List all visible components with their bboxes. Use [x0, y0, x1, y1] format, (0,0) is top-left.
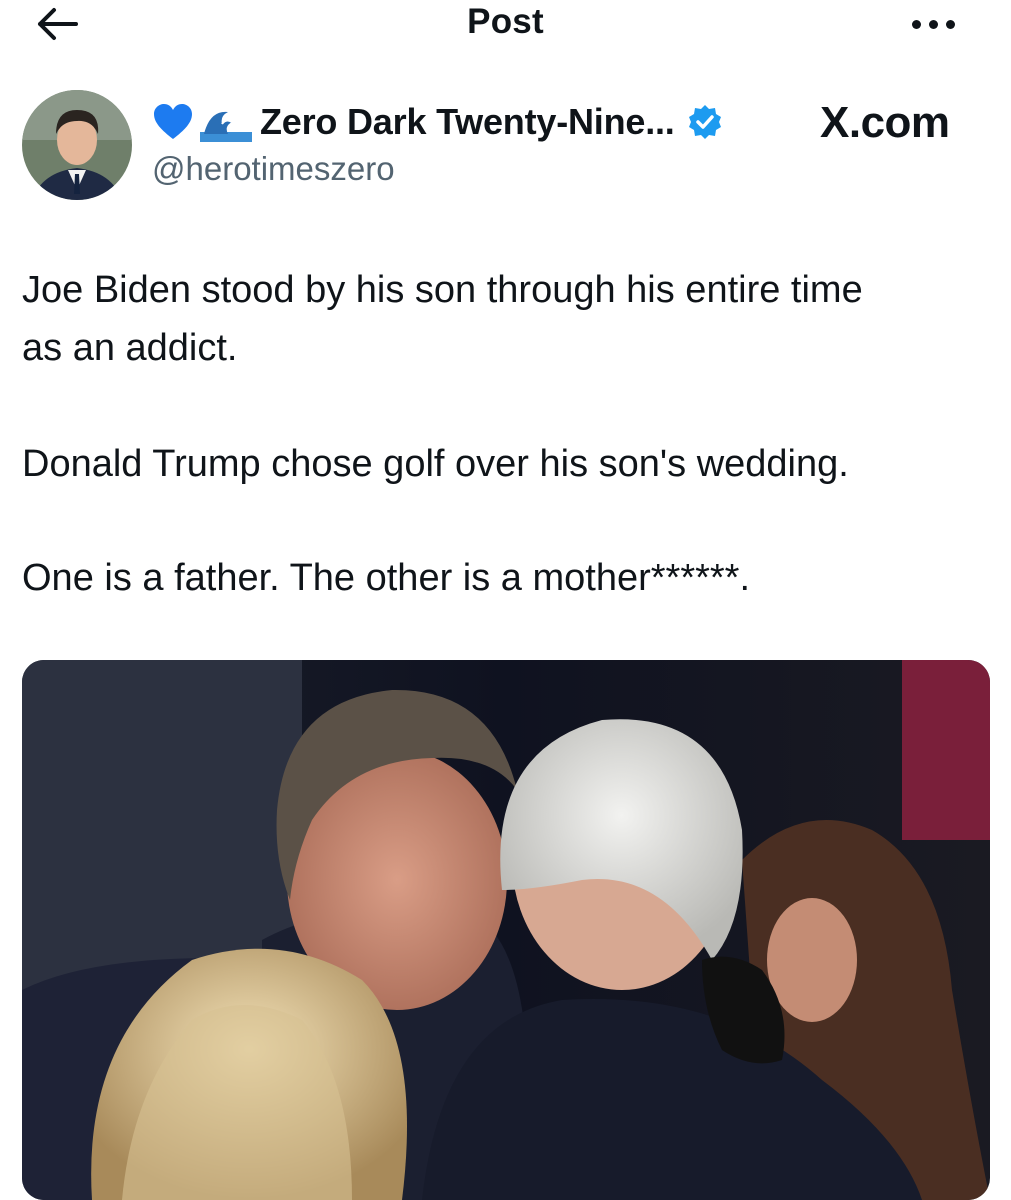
tweet-text-line: Donald Trump chose golf over his son's w… — [22, 443, 849, 485]
watermark: X.com — [820, 98, 950, 148]
blue-heart-icon — [154, 104, 192, 139]
verified-badge-icon — [688, 105, 721, 139]
page-title: Post — [467, 2, 544, 41]
more-icon — [912, 20, 921, 29]
tweet-text-line: One is a father. The other is a mother**… — [22, 557, 751, 599]
post-image[interactable] — [22, 660, 990, 1200]
watermark-text: X.com — [820, 98, 950, 147]
top-bar: Post — [0, 0, 1011, 48]
more-options-button[interactable] — [902, 8, 962, 36]
tweet-text-line: as an addict. — [22, 327, 238, 369]
tweet-text-line: Joe Biden stood by his son through his e… — [22, 269, 863, 311]
wave-icon — [200, 111, 252, 142]
avatar-photo — [22, 90, 132, 200]
avatar[interactable] — [22, 90, 132, 200]
author-display-name: Zero Dark Twenty-Nine... — [260, 101, 675, 142]
author-name-row[interactable]: Zero Dark Twenty-Nine... — [152, 98, 723, 146]
author-handle[interactable]: @herotimeszero — [152, 150, 395, 188]
post-photo — [22, 660, 990, 1200]
